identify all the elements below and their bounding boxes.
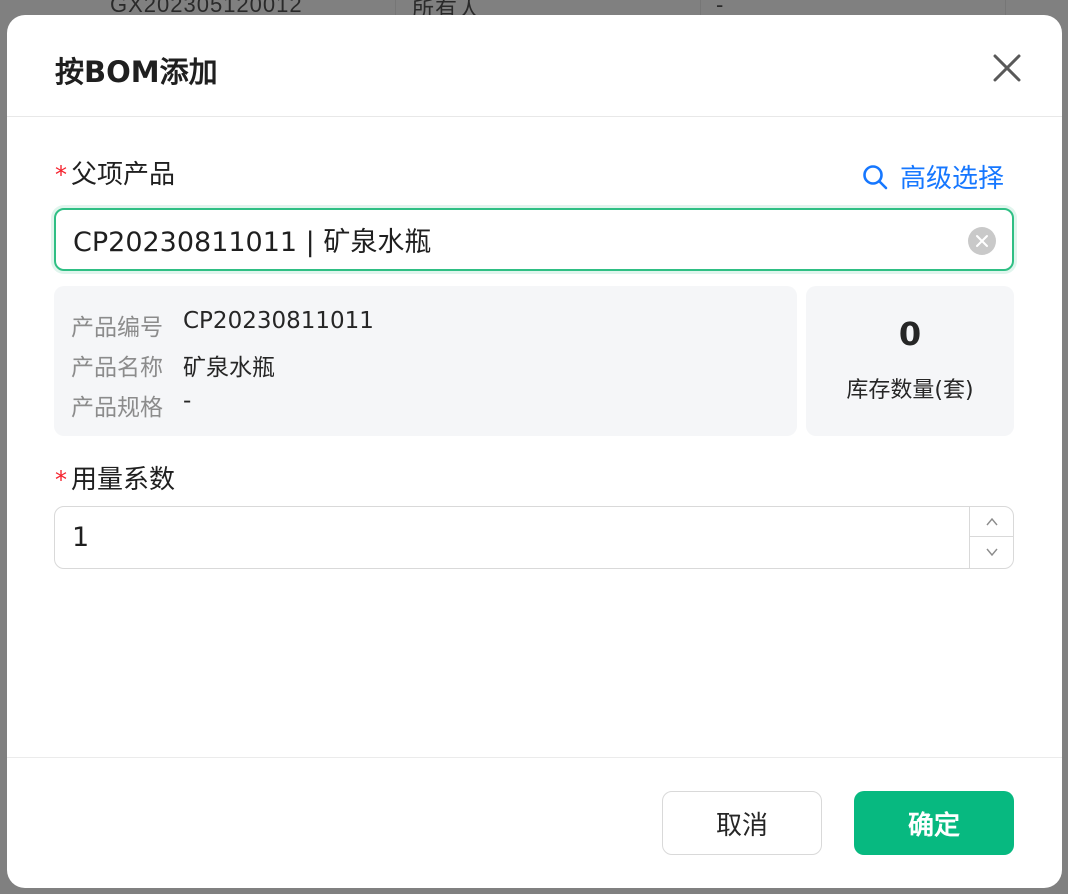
decrement-button[interactable] [970, 537, 1013, 567]
product-name-row: 产品名称 矿泉水瓶 [71, 348, 275, 382]
usage-factor-value: 1 [72, 522, 90, 553]
quantity-stepper [969, 507, 1013, 568]
required-mark: * [55, 466, 67, 494]
chevron-up-icon [986, 517, 998, 525]
close-button[interactable] [989, 50, 1025, 86]
usage-factor-label-text: 用量系数 [71, 465, 176, 495]
parent-product-value: CP20230811011 | 矿泉水瓶 [73, 227, 432, 258]
dialog-header: 按BOM添加 [7, 15, 1062, 117]
stock-quantity: 0 [898, 315, 922, 353]
parent-product-label-text: 父项产品 [71, 160, 176, 190]
bom-add-dialog: 按BOM添加 * 父项产品 高级选择 CP20230811011 | 矿泉水瓶 产… [7, 15, 1062, 888]
product-code-key: 产品编号 [71, 315, 163, 341]
advanced-select-link[interactable]: 高级选择 [862, 158, 1004, 195]
confirm-button[interactable]: 确定 [854, 791, 1014, 855]
product-code-row: 产品编号 CP20230811011 [71, 308, 374, 342]
parent-product-select[interactable]: CP20230811011 | 矿泉水瓶 [54, 208, 1014, 271]
advanced-select-label: 高级选择 [900, 164, 1005, 194]
chevron-down-icon [986, 548, 998, 557]
product-spec-key: 产品规格 [71, 395, 163, 421]
usage-factor-label: * 用量系数 [55, 459, 175, 496]
clear-icon[interactable] [968, 227, 996, 255]
product-info-card: 产品编号 CP20230811011 产品名称 矿泉水瓶 产品规格 - [54, 286, 797, 436]
product-name-key: 产品名称 [71, 355, 163, 381]
stock-label: 库存数量(套) [846, 378, 974, 403]
increment-button[interactable] [970, 507, 1013, 537]
product-spec-row: 产品规格 - [71, 388, 191, 422]
product-spec-value: - [183, 388, 192, 414]
footer-divider [7, 757, 1062, 758]
product-code-value: CP20230811011 [183, 308, 374, 334]
usage-factor-input[interactable]: 1 [54, 506, 1014, 569]
cancel-button[interactable]: 取消 [662, 791, 822, 855]
close-icon [993, 54, 1021, 82]
required-mark: * [55, 161, 67, 189]
search-icon [863, 164, 888, 189]
clear-x-icon [976, 235, 988, 247]
dialog-title: 按BOM添加 [55, 55, 218, 89]
stock-card: 0 库存数量(套) [806, 286, 1014, 436]
product-name-value: 矿泉水瓶 [183, 355, 275, 381]
parent-product-label: * 父项产品 [55, 154, 175, 191]
